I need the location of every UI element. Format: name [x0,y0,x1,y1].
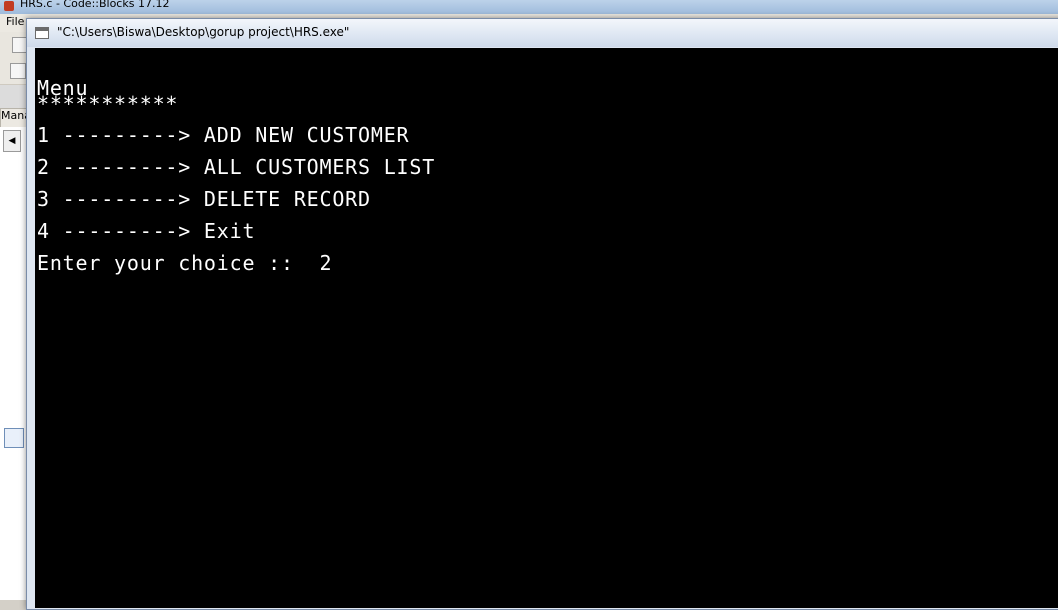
ide-title: HRS.c - Code::Blocks 17.12 [20,0,170,10]
console-output[interactable]: Menu *********** 1 ---------> ADD NEW CU… [35,48,1058,608]
menu-option-3: 3 ---------> DELETE RECORD [37,187,371,211]
choice-prompt: Enter your choice :: 2 [37,251,333,275]
chevron-left-icon[interactable]: ◀ [3,130,21,152]
codeblocks-app-icon [4,1,14,11]
console-window-icon [35,27,49,39]
menu-option-4: 4 ---------> Exit [37,219,256,243]
toolbar-button[interactable] [10,63,26,79]
ide-titlebar: HRS.c - Code::Blocks 17.12 [0,0,1058,14]
console-title: "C:\Users\Biswa\Desktop\gorup project\HR… [57,25,350,39]
menu-option-1: 1 ---------> ADD NEW CUSTOMER [37,123,410,147]
console-window[interactable]: "C:\Users\Biswa\Desktop\gorup project\HR… [26,18,1058,610]
menu-option-2: 2 ---------> ALL CUSTOMERS LIST [37,155,436,179]
list-icon[interactable] [4,428,24,448]
menu-file[interactable]: File [6,15,24,28]
menu-separator: *********** [37,92,179,116]
console-titlebar[interactable]: "C:\Users\Biswa\Desktop\gorup project\HR… [27,19,1058,47]
